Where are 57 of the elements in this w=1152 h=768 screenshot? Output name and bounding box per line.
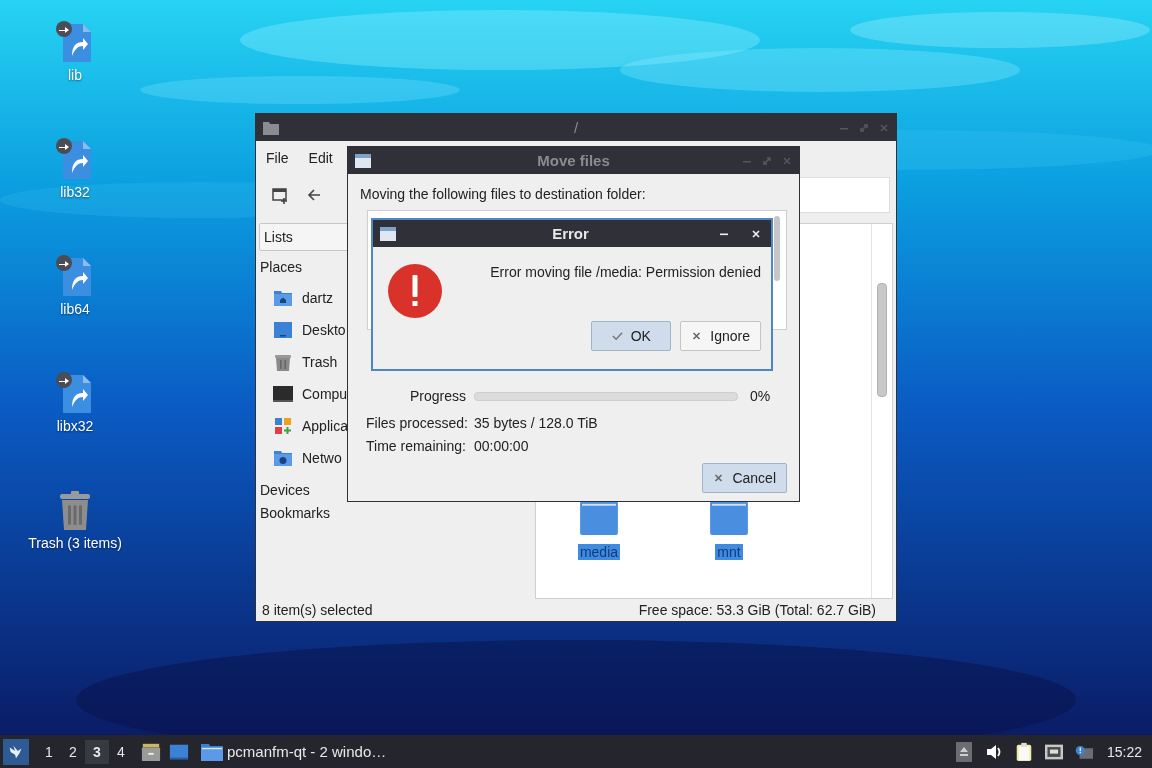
detail-value: 35 bytes / 128.0 TiB	[473, 415, 598, 431]
desktop-icon-label[interactable]: libx32	[56, 418, 94, 434]
status-text: 8 item(s) selected	[262, 602, 373, 618]
close-icon	[691, 331, 703, 341]
window-icon	[355, 153, 371, 168]
scrollbar-thumb[interactable]	[877, 283, 887, 397]
window-icon	[380, 226, 396, 241]
window-title: Error	[552, 225, 589, 242]
monitor-icon	[273, 384, 293, 404]
sidebar-item[interactable]: Compu	[302, 386, 348, 402]
new-tab-icon[interactable]	[271, 186, 289, 204]
desktop-icon-label[interactable]: lib64	[60, 301, 90, 317]
ok-button[interactable]: OK	[591, 321, 672, 351]
window-title: /	[573, 119, 579, 136]
free-space-text: Free space: 53.3 GiB (Total: 62.7 GiB)	[638, 602, 876, 618]
desktop-icon	[273, 320, 293, 340]
sidebar-item[interactable]: Netwo	[302, 450, 342, 466]
eject-icon[interactable]	[954, 741, 973, 762]
detail-label: Files processed:	[366, 415, 468, 431]
detail-label: Time remaining:	[366, 438, 467, 454]
cancel-button[interactable]: Cancel	[702, 463, 787, 493]
sidebar-section-title[interactable]: Bookmarks	[259, 507, 535, 520]
home-folder-icon	[273, 288, 293, 308]
menu-item[interactable]: Edit	[308, 149, 333, 166]
error-message: Error moving file /media: Permission denied	[490, 264, 761, 280]
taskbar-window-button[interactable]: pcmanfm-qt - 2 windo…	[201, 742, 387, 761]
window-title: Move files	[537, 152, 610, 169]
file-cabinet-icon[interactable]	[141, 741, 161, 762]
desktop-icon-label[interactable]: Trash (3 items)	[28, 535, 122, 551]
sidebar-item[interactable]: dartz	[302, 290, 334, 306]
error-icon	[388, 264, 442, 318]
detail-value: 00:00:00	[473, 438, 530, 454]
applications-icon	[273, 416, 293, 436]
close-icon	[713, 473, 725, 483]
clock[interactable]: 15:22	[1106, 743, 1142, 760]
folder-icon[interactable]	[579, 501, 619, 535]
clipboard-icon[interactable]	[1014, 741, 1033, 762]
progress-label: Progress	[408, 388, 467, 404]
scrollbar-thumb[interactable]	[774, 216, 780, 281]
sidebar-item[interactable]: Applica	[302, 418, 348, 434]
start-menu-button[interactable]	[3, 738, 29, 765]
sidebar-item[interactable]: Deskto	[302, 322, 346, 338]
folder-icon[interactable]	[709, 501, 749, 535]
check-icon	[611, 331, 623, 341]
workspace-button[interactable]: 2	[61, 739, 85, 764]
folder-icon	[201, 742, 223, 761]
trash-icon	[273, 352, 293, 372]
sidebar-item[interactable]: Trash	[302, 354, 338, 370]
workspace-button[interactable]: 3	[85, 739, 109, 764]
folder-icon	[263, 120, 279, 135]
progress-reading: 0%	[750, 388, 771, 404]
workspace-button[interactable]: 4	[109, 739, 133, 764]
dialog-heading: Moving the following files to destination folder:	[360, 186, 647, 202]
network-folder-icon	[273, 448, 293, 468]
workspace-button[interactable]: 1	[37, 739, 61, 764]
ignore-button[interactable]: Ignore	[680, 321, 761, 351]
menu-item[interactable]: File	[266, 149, 289, 166]
